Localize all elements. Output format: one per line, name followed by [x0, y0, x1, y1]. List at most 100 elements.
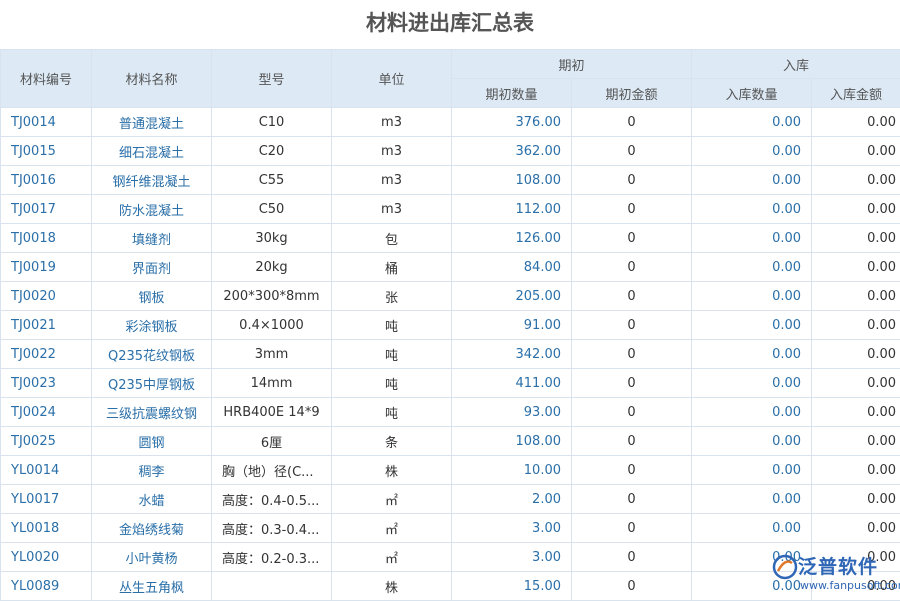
- table-row[interactable]: TJ0022Q235花纹钢板3mm吨342.0000.000.00: [1, 340, 900, 369]
- cell-opening-qty[interactable]: 205.00: [452, 282, 572, 311]
- col-header-inbound-amount[interactable]: 入库金额: [812, 79, 900, 108]
- cell-opening-amount: 0: [572, 485, 692, 514]
- col-header-model[interactable]: 型号: [212, 50, 332, 108]
- table-row[interactable]: TJ0021彩涂钢板0.4×1000吨91.0000.000.00: [1, 311, 900, 340]
- table-row[interactable]: TJ0014普通混凝土C10m3376.0000.000.00: [1, 108, 900, 137]
- cell-material-name[interactable]: 防水混凝土: [92, 195, 212, 224]
- col-group-inbound: 入库: [692, 50, 900, 79]
- table-row[interactable]: TJ0025圆钢6厘条108.0000.000.00: [1, 427, 900, 456]
- col-header-unit[interactable]: 单位: [332, 50, 452, 108]
- table-row[interactable]: TJ0023Q235中厚钢板14mm吨411.0000.000.00: [1, 369, 900, 398]
- cell-material-name[interactable]: 小叶黄杨: [92, 543, 212, 572]
- col-header-opening-qty[interactable]: 期初数量: [452, 79, 572, 108]
- cell-inbound-qty[interactable]: 0.00: [692, 137, 812, 166]
- cell-opening-qty[interactable]: 91.00: [452, 311, 572, 340]
- cell-material-name[interactable]: 丛生五角枫: [92, 572, 212, 601]
- table-row[interactable]: YL0089丛生五角枫株15.0000.000.00: [1, 572, 900, 601]
- cell-inbound-qty[interactable]: 0.00: [692, 427, 812, 456]
- col-header-opening-amount[interactable]: 期初金额: [572, 79, 692, 108]
- col-header-code[interactable]: 材料编号: [1, 50, 92, 108]
- table-row[interactable]: YL0018金焰绣线菊高度：0.3-0.4...㎡3.0000.000.00: [1, 514, 900, 543]
- cell-model: 高度：0.2-0.3...: [212, 543, 332, 572]
- cell-material-name[interactable]: Q235花纹钢板: [92, 340, 212, 369]
- col-header-name[interactable]: 材料名称: [92, 50, 212, 108]
- cell-code[interactable]: YL0017: [1, 485, 92, 514]
- cell-code[interactable]: YL0018: [1, 514, 92, 543]
- cell-material-name[interactable]: 填缝剂: [92, 224, 212, 253]
- cell-opening-qty[interactable]: 108.00: [452, 427, 572, 456]
- cell-inbound-qty[interactable]: 0.00: [692, 195, 812, 224]
- cell-opening-qty[interactable]: 3.00: [452, 514, 572, 543]
- cell-code[interactable]: TJ0016: [1, 166, 92, 195]
- cell-material-name[interactable]: 圆钢: [92, 427, 212, 456]
- col-header-inbound-qty[interactable]: 入库数量: [692, 79, 812, 108]
- cell-inbound-amount: 0.00: [812, 398, 900, 427]
- cell-opening-qty[interactable]: 93.00: [452, 398, 572, 427]
- cell-inbound-qty[interactable]: 0.00: [692, 514, 812, 543]
- cell-opening-qty[interactable]: 10.00: [452, 456, 572, 485]
- cell-inbound-qty[interactable]: 0.00: [692, 166, 812, 195]
- cell-inbound-qty[interactable]: 0.00: [692, 282, 812, 311]
- cell-opening-qty[interactable]: 342.00: [452, 340, 572, 369]
- cell-opening-qty[interactable]: 112.00: [452, 195, 572, 224]
- cell-code[interactable]: YL0014: [1, 456, 92, 485]
- cell-code[interactable]: TJ0024: [1, 398, 92, 427]
- table-row[interactable]: TJ0017防水混凝土C50m3112.0000.000.00: [1, 195, 900, 224]
- cell-code[interactable]: TJ0017: [1, 195, 92, 224]
- cell-material-name[interactable]: 彩涂钢板: [92, 311, 212, 340]
- table-row[interactable]: TJ0024三级抗震螺纹钢HRB400E 14*9吨93.0000.000.00: [1, 398, 900, 427]
- cell-material-name[interactable]: 钢纤维混凝土: [92, 166, 212, 195]
- cell-material-name[interactable]: Q235中厚钢板: [92, 369, 212, 398]
- table-row[interactable]: TJ0015细石混凝土C20m3362.0000.000.00: [1, 137, 900, 166]
- table-row[interactable]: TJ0019界面剂20kg桶84.0000.000.00: [1, 253, 900, 282]
- table-row[interactable]: YL0017水蜡高度：0.4-0.5...㎡2.0000.000.00: [1, 485, 900, 514]
- cell-code[interactable]: TJ0020: [1, 282, 92, 311]
- cell-inbound-qty[interactable]: 0.00: [692, 572, 812, 601]
- cell-opening-qty[interactable]: 2.00: [452, 485, 572, 514]
- cell-inbound-qty[interactable]: 0.00: [692, 340, 812, 369]
- cell-code[interactable]: TJ0014: [1, 108, 92, 137]
- table-row[interactable]: YL0020小叶黄杨高度：0.2-0.3...㎡3.0000.000.00: [1, 543, 900, 572]
- cell-material-name[interactable]: 三级抗震螺纹钢: [92, 398, 212, 427]
- cell-code[interactable]: YL0020: [1, 543, 92, 572]
- cell-inbound-qty[interactable]: 0.00: [692, 311, 812, 340]
- cell-material-name[interactable]: 稠李: [92, 456, 212, 485]
- cell-opening-qty[interactable]: 3.00: [452, 543, 572, 572]
- cell-inbound-qty[interactable]: 0.00: [692, 485, 812, 514]
- cell-code[interactable]: TJ0018: [1, 224, 92, 253]
- cell-code[interactable]: YL0089: [1, 572, 92, 601]
- cell-code[interactable]: TJ0025: [1, 427, 92, 456]
- cell-inbound-qty[interactable]: 0.00: [692, 369, 812, 398]
- cell-inbound-qty[interactable]: 0.00: [692, 456, 812, 485]
- cell-inbound-qty[interactable]: 0.00: [692, 543, 812, 572]
- cell-opening-qty[interactable]: 84.00: [452, 253, 572, 282]
- cell-code[interactable]: TJ0015: [1, 137, 92, 166]
- table-row[interactable]: TJ0016钢纤维混凝土C55m3108.0000.000.00: [1, 166, 900, 195]
- table-row[interactable]: TJ0020钢板200*300*8mm张205.0000.000.00: [1, 282, 900, 311]
- cell-opening-qty[interactable]: 126.00: [452, 224, 572, 253]
- cell-opening-amount: 0: [572, 456, 692, 485]
- cell-opening-qty[interactable]: 411.00: [452, 369, 572, 398]
- cell-opening-qty[interactable]: 362.00: [452, 137, 572, 166]
- cell-opening-qty[interactable]: 376.00: [452, 108, 572, 137]
- cell-inbound-qty[interactable]: 0.00: [692, 398, 812, 427]
- cell-material-name[interactable]: 水蜡: [92, 485, 212, 514]
- cell-material-name[interactable]: 界面剂: [92, 253, 212, 282]
- cell-inbound-qty[interactable]: 0.00: [692, 224, 812, 253]
- cell-material-name[interactable]: 钢板: [92, 282, 212, 311]
- cell-inbound-qty[interactable]: 0.00: [692, 108, 812, 137]
- cell-code[interactable]: TJ0021: [1, 311, 92, 340]
- cell-model: 20kg: [212, 253, 332, 282]
- cell-code[interactable]: TJ0022: [1, 340, 92, 369]
- table-row[interactable]: YL0014稠李胸（地）径(C...株10.0000.000.00: [1, 456, 900, 485]
- cell-material-name[interactable]: 细石混凝土: [92, 137, 212, 166]
- cell-material-name[interactable]: 金焰绣线菊: [92, 514, 212, 543]
- table-row[interactable]: TJ0018填缝剂30kg包126.0000.000.00: [1, 224, 900, 253]
- cell-opening-qty[interactable]: 15.00: [452, 572, 572, 601]
- cell-code[interactable]: TJ0019: [1, 253, 92, 282]
- cell-code[interactable]: TJ0023: [1, 369, 92, 398]
- cell-opening-qty[interactable]: 108.00: [452, 166, 572, 195]
- cell-inbound-qty[interactable]: 0.00: [692, 253, 812, 282]
- cell-opening-amount: 0: [572, 108, 692, 137]
- cell-material-name[interactable]: 普通混凝土: [92, 108, 212, 137]
